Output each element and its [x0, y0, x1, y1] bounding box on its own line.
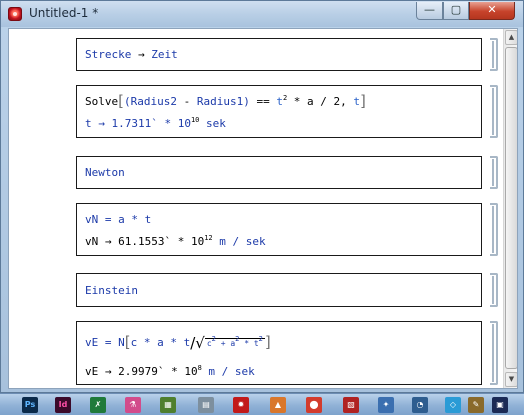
- exponent: 2: [282, 94, 288, 102]
- radius2-term: (Radius2: [123, 95, 177, 108]
- notebook-cell-2[interactable]: Solve[(Radius2 - Radius1) == t2 * a / 2,…: [76, 85, 482, 138]
- text-strecke: Strecke: [85, 48, 132, 61]
- text-zeit: Zeit: [151, 48, 178, 61]
- cell-bracket-5[interactable]: [490, 273, 498, 307]
- cell-2-output: t → 1.7311` * 1010 sek: [85, 116, 226, 132]
- cell-2-input[interactable]: Solve[(Radius2 - Radius1) == t2 * a / 2,…: [85, 94, 366, 110]
- exponent: 2: [258, 335, 263, 343]
- ve-definition: vE = N: [85, 336, 125, 349]
- mathematica-icon[interactable]: ✹: [233, 397, 249, 413]
- maximize-button[interactable]: ▢: [443, 2, 469, 20]
- square-root-sign: √: [195, 334, 205, 352]
- output-value: t → 1.7311` * 10: [85, 117, 191, 130]
- cell-4-input[interactable]: vN = a * t: [85, 213, 151, 226]
- mathematica-app-icon[interactable]: [8, 7, 22, 21]
- cell-6-input[interactable]: vE = N[c * a * t/√ c2 + a2 * t2]: [85, 335, 271, 351]
- matlab-icon[interactable]: ▲: [270, 397, 286, 413]
- scroll-down-arrow-icon[interactable]: ▼: [505, 372, 517, 387]
- exponent: 12: [204, 234, 213, 242]
- solve-function: Solve: [85, 95, 119, 108]
- cell-bracket-3[interactable]: [490, 156, 498, 189]
- exponent: 2: [235, 335, 240, 343]
- cell-bracket-4[interactable]: [490, 203, 498, 256]
- diamond-icon[interactable]: ◇: [445, 397, 461, 413]
- taskbar: Ps Id ✗ ⚗ ▦ ▤ ✹ ▲ ⬤ ▧ ✦ ◔ ◇ ✎ ▣: [0, 393, 524, 415]
- vn-definition: vN = a * t: [85, 213, 152, 226]
- cell-5-input[interactable]: Einstein: [85, 284, 138, 297]
- unit-text: sek: [199, 117, 226, 130]
- scroll-up-arrow-icon[interactable]: ▲: [505, 30, 517, 45]
- close-bracket: ]: [360, 92, 366, 110]
- exponent: 2: [211, 335, 216, 343]
- unit-text: m / sek: [201, 365, 255, 378]
- vertical-scrollbar[interactable]: ▲ ▼: [503, 29, 517, 388]
- notebook-cell-1[interactable]: Strecke → Zeit: [76, 38, 482, 71]
- open-bracket: [: [124, 333, 131, 351]
- scrollbar-thumb[interactable]: [505, 47, 517, 369]
- exponent: 10: [190, 116, 200, 124]
- arrow-glyph: →: [131, 48, 152, 61]
- text-newton: Newton: [85, 166, 125, 179]
- notebook-cell-4[interactable]: vN = a * t vN → 61.1553` * 1012 m / sek: [76, 203, 482, 256]
- window-title: Untitled-1 *: [29, 6, 99, 20]
- output-value: vE → 2.9979` * 10: [85, 365, 198, 378]
- equality-operator: ==: [249, 95, 277, 108]
- radius1-term: Radius1): [196, 95, 250, 108]
- photoshop-icon[interactable]: Ps: [22, 397, 38, 413]
- expression-rest: * a / 2,: [287, 95, 354, 108]
- numerator: c * a * t: [130, 336, 191, 349]
- excel-icon[interactable]: ✗: [90, 397, 106, 413]
- cell-6-output: vE → 2.9979` * 108 m / sek: [85, 364, 255, 380]
- app-badge-icon[interactable]: ▧: [343, 397, 359, 413]
- chrome-icon[interactable]: ⬤: [306, 397, 322, 413]
- minimize-button[interactable]: —: [416, 2, 443, 20]
- flask-icon[interactable]: ⚗: [125, 397, 141, 413]
- notebook-cell-3[interactable]: Newton: [76, 156, 482, 189]
- display-icon[interactable]: ▣: [492, 397, 508, 413]
- minus-operator: -: [176, 95, 197, 108]
- cell-bracket-6[interactable]: [490, 321, 498, 385]
- exponent: 8: [197, 364, 202, 372]
- radicand-a: + a: [215, 339, 236, 348]
- cell-1-input[interactable]: Strecke → Zeit: [85, 48, 178, 61]
- text-einstein: Einstein: [85, 284, 138, 297]
- gauge-icon[interactable]: ◔: [412, 397, 428, 413]
- notebook-cell-6[interactable]: vE = N[c * a * t/√ c2 + a2 * t2] vE → 2.9…: [76, 321, 482, 385]
- calculator-icon[interactable]: ▦: [160, 397, 176, 413]
- notebook-cell-5[interactable]: Einstein: [76, 273, 482, 307]
- cell-4-output: vN → 61.1553` * 1012 m / sek: [85, 234, 266, 250]
- radicand-c: c: [206, 339, 212, 348]
- open-bracket: [: [118, 92, 124, 110]
- variable-t: t: [276, 95, 283, 108]
- title-bar[interactable]: Untitled-1 * — ▢ ✕: [1, 1, 523, 27]
- unit-text: m / sek: [212, 235, 266, 248]
- notebook-content[interactable]: Strecke → Zeit Solve[(Radius2 - Radius1)…: [8, 28, 518, 389]
- cell-bracket-2[interactable]: [490, 85, 498, 138]
- cell-bracket-1[interactable]: [490, 38, 498, 71]
- radicand-t: * t: [239, 339, 259, 348]
- close-bracket: ]: [264, 333, 271, 351]
- network-icon[interactable]: ✦: [378, 397, 394, 413]
- cell-3-input[interactable]: Newton: [85, 166, 125, 179]
- notebook-window: Untitled-1 * — ▢ ✕ Strecke → Zeit Solve[…: [0, 0, 524, 393]
- close-button[interactable]: ✕: [469, 2, 515, 20]
- output-value: vN → 61.1553` * 10: [85, 235, 205, 248]
- indesign-icon[interactable]: Id: [55, 397, 71, 413]
- calculator-window-icon[interactable]: ▤: [198, 397, 214, 413]
- radicand: c2 + a2 * t2: [204, 335, 265, 348]
- pen-icon[interactable]: ✎: [468, 397, 484, 413]
